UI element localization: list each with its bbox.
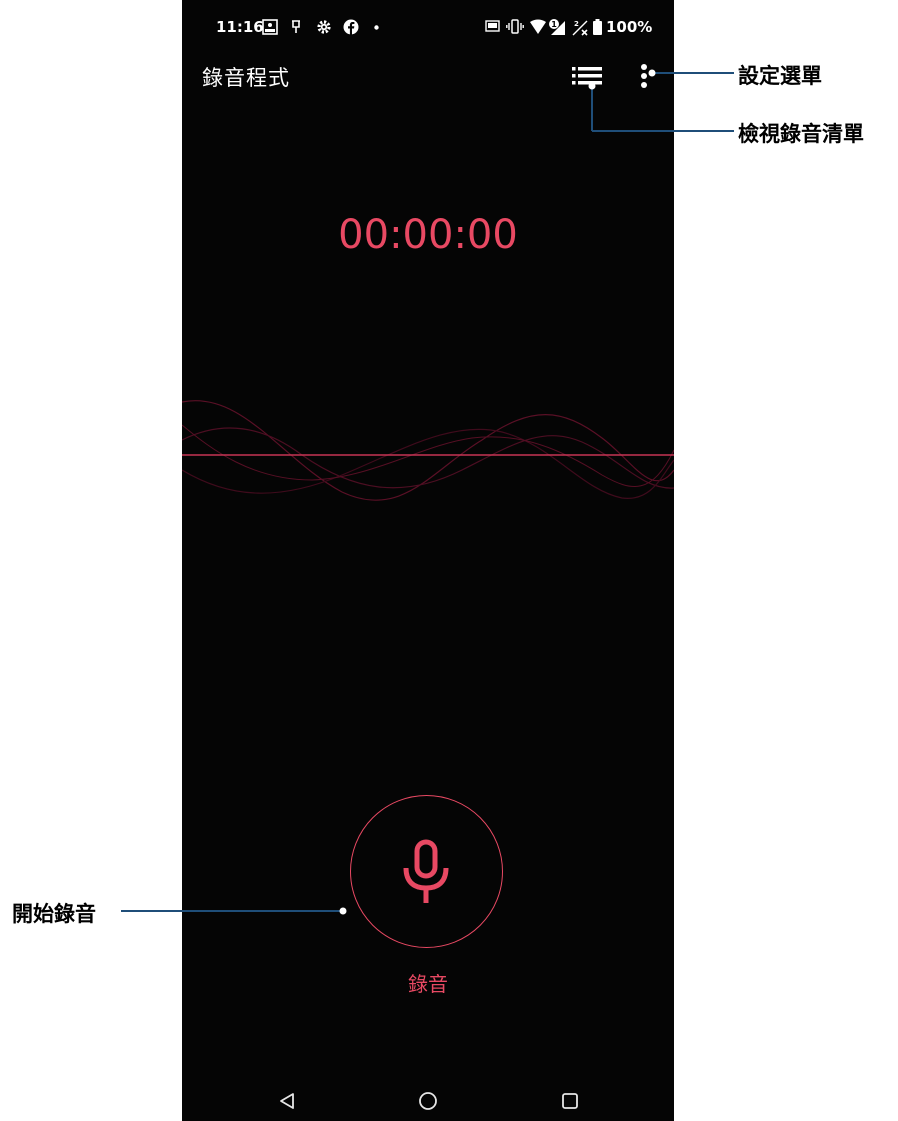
callout-start-recording: 開始錄音 — [12, 902, 96, 926]
microphone-icon — [403, 839, 449, 903]
no-signal-icon: 2 — [572, 20, 588, 36]
battery-percent: 100% — [606, 18, 653, 36]
home-icon[interactable] — [418, 1091, 438, 1111]
recordings-list-button[interactable] — [570, 64, 606, 88]
app-title: 錄音程式 — [202, 66, 290, 90]
navigation-bar — [182, 1080, 674, 1120]
settings-menu-button[interactable] — [636, 62, 652, 90]
pushpin-icon — [292, 20, 300, 33]
facebook-icon — [343, 19, 359, 35]
vibrate-icon — [506, 19, 524, 34]
status-bar: 11:16 1 2 100% — [182, 12, 674, 44]
callout-view-recordings: 檢視錄音清單 — [738, 122, 864, 146]
record-button[interactable] — [350, 795, 503, 948]
battery-icon — [593, 19, 602, 35]
callout-settings-menu: 設定選單 — [738, 64, 822, 88]
phone-screen: 11:16 1 2 100% 錄音程式 00:00:00 錄音 — [182, 0, 674, 1121]
signal-icon: 1 — [549, 19, 565, 35]
dot-icon — [374, 25, 379, 30]
wifi-icon — [530, 19, 546, 34]
back-icon[interactable] — [278, 1092, 296, 1110]
gear-icon — [317, 20, 331, 34]
svg-text:2: 2 — [574, 20, 579, 28]
recents-icon[interactable] — [561, 1092, 579, 1110]
record-label: 錄音 — [408, 972, 448, 996]
rec-icon — [262, 19, 278, 35]
svg-text:1: 1 — [551, 20, 557, 29]
more-vert-icon — [641, 64, 647, 88]
waveform-visualizer — [182, 400, 674, 501]
recording-timer: 00:00:00 — [338, 212, 518, 258]
status-time: 11:16 — [216, 18, 264, 36]
auto-brightness-icon — [485, 20, 500, 32]
list-icon — [572, 67, 602, 85]
